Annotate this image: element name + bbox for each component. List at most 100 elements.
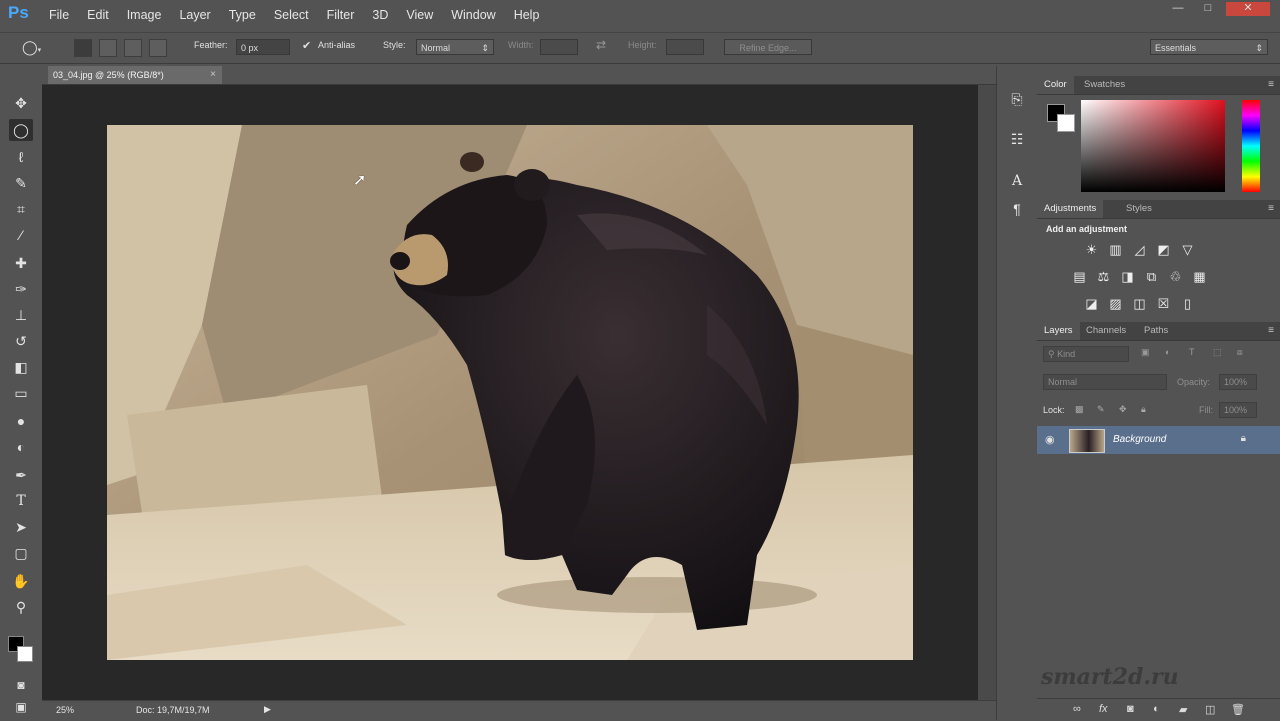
minimize-button[interactable]: —: [1166, 2, 1190, 16]
filter-smart-object-icon[interactable]: ⧈: [1237, 347, 1243, 358]
dodge-icon[interactable]: ◐: [9, 436, 33, 458]
tab-channels[interactable]: Channels: [1079, 322, 1133, 340]
background-color-swatch[interactable]: [17, 646, 33, 662]
lock-image-icon[interactable]: ✎: [1097, 404, 1105, 415]
panel-menu-icon[interactable]: ≡: [1268, 322, 1274, 340]
tab-color[interactable]: Color: [1037, 76, 1074, 94]
brush-icon[interactable]: ✑: [9, 278, 33, 300]
menu-3d[interactable]: 3D: [363, 8, 397, 22]
menu-select[interactable]: Select: [265, 8, 318, 22]
blur-icon[interactable]: ●: [9, 410, 33, 432]
exposure-icon[interactable]: ◩: [1155, 242, 1172, 257]
antialias-checkbox[interactable]: ✔: [302, 39, 311, 52]
vertical-scrollbar[interactable]: [978, 85, 996, 700]
blend-mode-select[interactable]: Normal: [1043, 374, 1167, 390]
swap-dimensions-icon[interactable]: ⇄: [596, 38, 606, 52]
new-adjustment-layer-icon[interactable]: ◐: [1153, 703, 1160, 715]
clone-stamp-icon[interactable]: ⊥: [9, 304, 33, 326]
elliptical-marquee-preset-icon[interactable]: ◯▾: [22, 39, 41, 56]
close-button[interactable]: ✕: [1226, 2, 1270, 16]
lock-all-icon[interactable]: 🔒︎: [1141, 404, 1146, 415]
gradient-map-icon[interactable]: ▯: [1179, 296, 1196, 311]
channel-mixer-icon[interactable]: ♲: [1167, 269, 1184, 284]
feather-input[interactable]: 0 px: [236, 39, 290, 55]
style-select[interactable]: Normal ⇕: [416, 39, 494, 55]
spot-healing-icon[interactable]: ✚: [9, 252, 33, 274]
black-white-icon[interactable]: ◨: [1119, 269, 1136, 284]
lock-transparent-icon[interactable]: ▩: [1075, 404, 1084, 415]
color-picker-field[interactable]: [1081, 100, 1225, 192]
screen-mode-icon[interactable]: ▣: [9, 696, 33, 718]
menu-type[interactable]: Type: [220, 8, 265, 22]
menu-layer[interactable]: Layer: [170, 8, 219, 22]
opacity-input[interactable]: 100%: [1219, 374, 1257, 390]
color-lookup-icon[interactable]: ▦: [1191, 269, 1208, 284]
subtract-from-selection-icon[interactable]: [124, 39, 142, 57]
vibrance-icon[interactable]: ▽: [1179, 242, 1196, 257]
new-layer-icon[interactable]: ◫: [1205, 703, 1215, 716]
photo-filter-icon[interactable]: ⧉: [1143, 269, 1160, 284]
height-input[interactable]: [666, 39, 704, 55]
menu-file[interactable]: File: [40, 8, 78, 22]
quick-mask-icon[interactable]: ◙: [9, 674, 33, 696]
layer-filter-select[interactable]: ⚲ Kind: [1043, 346, 1129, 362]
color-balance-icon[interactable]: ⚖: [1095, 269, 1112, 284]
move-tool-icon[interactable]: ✥: [9, 92, 33, 114]
intersect-selection-icon[interactable]: [149, 39, 167, 57]
filter-shape-icon[interactable]: ⬚: [1213, 347, 1222, 358]
status-menu-arrow-icon[interactable]: ▶: [264, 704, 271, 715]
delete-layer-icon[interactable]: 🗑︎: [1231, 703, 1245, 716]
lasso-icon[interactable]: ℓ: [9, 146, 33, 168]
filter-pixel-icon[interactable]: ▣: [1141, 347, 1150, 358]
width-input[interactable]: [540, 39, 578, 55]
add-mask-icon[interactable]: ◙: [1127, 703, 1134, 715]
history-brush-icon[interactable]: ↺: [9, 330, 33, 352]
new-selection-icon[interactable]: [74, 39, 92, 57]
hand-icon[interactable]: ✋: [9, 570, 33, 592]
eye-visibility-icon[interactable]: ◉: [1045, 433, 1055, 446]
menu-help[interactable]: Help: [505, 8, 549, 22]
history-panel-icon[interactable]: ⎘: [1005, 88, 1029, 110]
paragraph-panel-icon[interactable]: ¶: [1005, 198, 1029, 220]
quick-selection-icon[interactable]: ✎: [9, 172, 33, 194]
gradient-icon[interactable]: ▭: [9, 382, 33, 404]
eraser-icon[interactable]: ◧: [9, 356, 33, 378]
menu-filter[interactable]: Filter: [318, 8, 364, 22]
hue-saturation-icon[interactable]: ▤: [1071, 269, 1088, 284]
tab-styles[interactable]: Styles: [1119, 200, 1159, 218]
tab-swatches[interactable]: Swatches: [1077, 76, 1132, 94]
menu-window[interactable]: Window: [442, 8, 504, 22]
zoom-icon[interactable]: ⚲: [9, 596, 33, 618]
invert-icon[interactable]: ◪: [1083, 296, 1100, 311]
filter-adjustment-icon[interactable]: ◐: [1165, 347, 1170, 357]
crop-icon[interactable]: ⌗: [9, 198, 33, 220]
elliptical-marquee-icon[interactable]: ◯: [9, 119, 33, 141]
menu-view[interactable]: View: [397, 8, 442, 22]
levels-icon[interactable]: ▥: [1107, 242, 1124, 257]
tab-layers[interactable]: Layers: [1037, 322, 1080, 340]
document-tab[interactable]: 03_04.jpg @ 25% (RGB/8*) ×: [48, 66, 222, 84]
lock-position-icon[interactable]: ✥: [1119, 404, 1127, 415]
layer-row-background[interactable]: ◉ Background 🔒︎: [1037, 426, 1280, 454]
maximize-button[interactable]: □: [1196, 2, 1220, 16]
panel-menu-icon[interactable]: ≡: [1268, 200, 1274, 218]
document-image[interactable]: [107, 125, 913, 660]
close-document-icon[interactable]: ×: [210, 66, 216, 84]
add-to-selection-icon[interactable]: [99, 39, 117, 57]
posterize-icon[interactable]: ▨: [1107, 296, 1124, 311]
threshold-icon[interactable]: ◫: [1131, 296, 1148, 311]
eyedropper-icon[interactable]: ⁄: [9, 224, 33, 246]
path-selection-icon[interactable]: ➤: [9, 516, 33, 538]
rectangle-tool-icon[interactable]: ▢: [9, 542, 33, 564]
new-group-icon[interactable]: ▰: [1179, 703, 1187, 716]
layer-style-icon[interactable]: fx: [1099, 703, 1108, 715]
curves-icon[interactable]: ◿: [1131, 242, 1148, 257]
hue-slider[interactable]: [1242, 100, 1260, 192]
menu-image[interactable]: Image: [118, 8, 171, 22]
brightness-contrast-icon[interactable]: ☀: [1083, 242, 1100, 257]
color-background-swatch[interactable]: [1057, 114, 1075, 132]
tab-paths[interactable]: Paths: [1137, 322, 1175, 340]
character-panel-icon[interactable]: A: [1005, 170, 1029, 192]
panel-menu-icon[interactable]: ≡: [1268, 76, 1274, 94]
link-layers-icon[interactable]: ∞: [1073, 703, 1081, 715]
